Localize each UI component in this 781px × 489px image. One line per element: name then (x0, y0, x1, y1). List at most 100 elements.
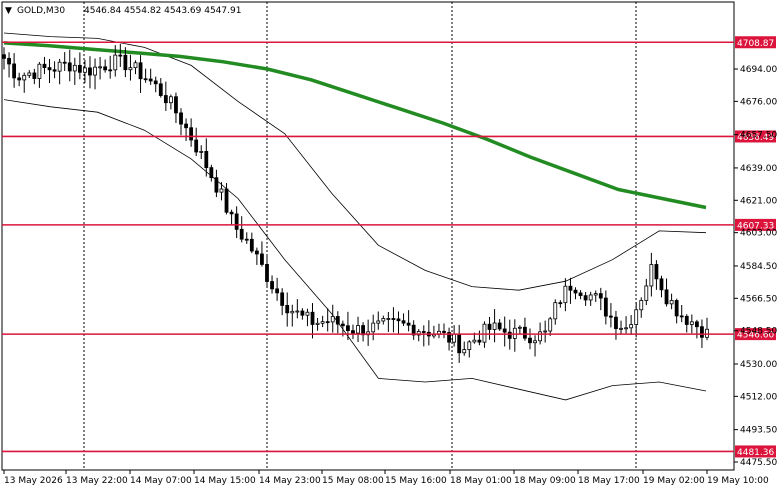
candle-body[interactable] (138, 62, 143, 80)
candle-body[interactable] (254, 250, 259, 255)
candle-body[interactable] (290, 310, 295, 314)
candle-body[interactable] (639, 300, 644, 311)
candle-body[interactable] (123, 54, 128, 71)
candle-body[interactable] (52, 69, 57, 72)
candle-body[interactable] (351, 330, 355, 334)
candle-body[interactable] (588, 294, 593, 301)
candle-body[interactable] (204, 150, 209, 169)
candle-body[interactable] (2, 54, 6, 59)
candle-body[interactable] (634, 309, 639, 325)
time-axis[interactable]: 13 May 2026 13 May 22:00 14 May 07:00 14 Ma… (3, 470, 769, 486)
candle-body[interactable] (700, 326, 704, 338)
candle-body[interactable] (72, 64, 77, 72)
price-axis[interactable]: 4694.00 4676.00 4657.50 4639.00 4621.00 4603.… (734, 65, 777, 468)
candle-body[interactable] (300, 310, 305, 316)
candle-body[interactable] (7, 57, 11, 65)
candle-body[interactable] (163, 95, 168, 104)
candle-body[interactable] (705, 328, 709, 338)
candle-body[interactable] (340, 323, 345, 327)
candle-body[interactable] (669, 300, 674, 305)
candle-body[interactable] (679, 315, 684, 318)
candle-body[interactable] (629, 324, 634, 329)
candle-body[interactable] (386, 318, 391, 320)
candle-body[interactable] (108, 69, 113, 72)
candle-body[interactable] (244, 238, 249, 241)
candle-body[interactable] (12, 63, 17, 79)
candle-body[interactable] (492, 322, 497, 330)
candle-body[interactable] (275, 288, 280, 294)
candle-body[interactable] (472, 339, 477, 343)
candle-body[interactable] (83, 67, 87, 73)
candle-body[interactable] (406, 322, 411, 326)
candle-body[interactable] (199, 150, 204, 153)
candle-body[interactable] (189, 127, 194, 141)
candle-body[interactable] (664, 289, 669, 305)
candle-body[interactable] (194, 139, 199, 153)
candle-body[interactable] (77, 64, 82, 73)
candle-body[interactable] (649, 264, 654, 287)
candle-body[interactable] (462, 349, 467, 354)
candle-body[interactable] (103, 66, 108, 71)
candle-body[interactable] (209, 167, 214, 179)
candle-body[interactable] (507, 331, 512, 339)
candle-body[interactable] (17, 77, 22, 81)
candle-body[interactable] (285, 305, 290, 314)
price-chart[interactable]: 4708.874656.494607.334546.604481.36 4694… (0, 0, 781, 489)
candle-body[interactable] (603, 297, 608, 317)
candle-body[interactable] (624, 327, 628, 330)
candle-body[interactable] (219, 188, 224, 193)
candle-body[interactable] (320, 321, 325, 324)
candle-body[interactable] (654, 264, 659, 280)
candle-body[interactable] (98, 66, 102, 69)
candle-body[interactable] (538, 331, 543, 342)
candle-body[interactable] (37, 63, 42, 79)
candle-body[interactable] (133, 62, 138, 69)
candle-body[interactable] (421, 331, 426, 333)
candle-body[interactable] (158, 83, 163, 96)
candle-body[interactable] (239, 228, 244, 240)
candle-body[interactable] (568, 285, 573, 291)
candle-body[interactable] (260, 253, 264, 265)
candle-body[interactable] (609, 315, 613, 318)
candle-body[interactable] (614, 316, 618, 330)
candle-body[interactable] (57, 61, 62, 72)
candle-body[interactable] (265, 264, 269, 282)
candle-body[interactable] (62, 61, 67, 64)
candle-body[interactable] (578, 292, 583, 297)
candle-body[interactable] (467, 341, 472, 350)
candle-body[interactable] (32, 72, 37, 79)
candle-body[interactable] (502, 328, 507, 333)
candle-body[interactable] (249, 238, 254, 252)
candle-body[interactable] (533, 340, 537, 344)
candle-body[interactable] (523, 326, 527, 339)
candle-body[interactable] (168, 96, 173, 104)
candle-body[interactable] (224, 188, 229, 213)
candle-body[interactable] (143, 78, 148, 81)
candle-body[interactable] (280, 292, 285, 306)
candle-body[interactable] (315, 322, 320, 325)
candle-body[interactable] (689, 321, 694, 325)
candle-body[interactable] (330, 316, 335, 323)
candle-body[interactable] (558, 302, 563, 305)
candle-body[interactable] (42, 63, 47, 68)
candle-body[interactable] (214, 177, 219, 193)
candle-body[interactable] (598, 293, 603, 299)
candle-body[interactable] (22, 74, 27, 81)
candle-body[interactable] (553, 302, 558, 320)
candle-body[interactable] (482, 323, 487, 343)
candle-body[interactable] (118, 54, 123, 57)
candle-body[interactable] (371, 322, 376, 333)
candle-body[interactable] (93, 66, 97, 76)
candle-body[interactable] (376, 320, 381, 324)
candle-body[interactable] (548, 318, 553, 332)
candle-body[interactable] (619, 327, 623, 330)
candle-body[interactable] (457, 333, 462, 354)
candle-body[interactable] (184, 123, 188, 129)
candle-body[interactable] (113, 54, 118, 71)
candle-body[interactable] (148, 78, 153, 82)
candle-body[interactable] (497, 322, 502, 330)
candle-body[interactable] (442, 330, 446, 333)
candle-body[interactable] (593, 293, 598, 296)
candle-body[interactable] (477, 339, 482, 343)
candle-body[interactable] (659, 278, 664, 291)
